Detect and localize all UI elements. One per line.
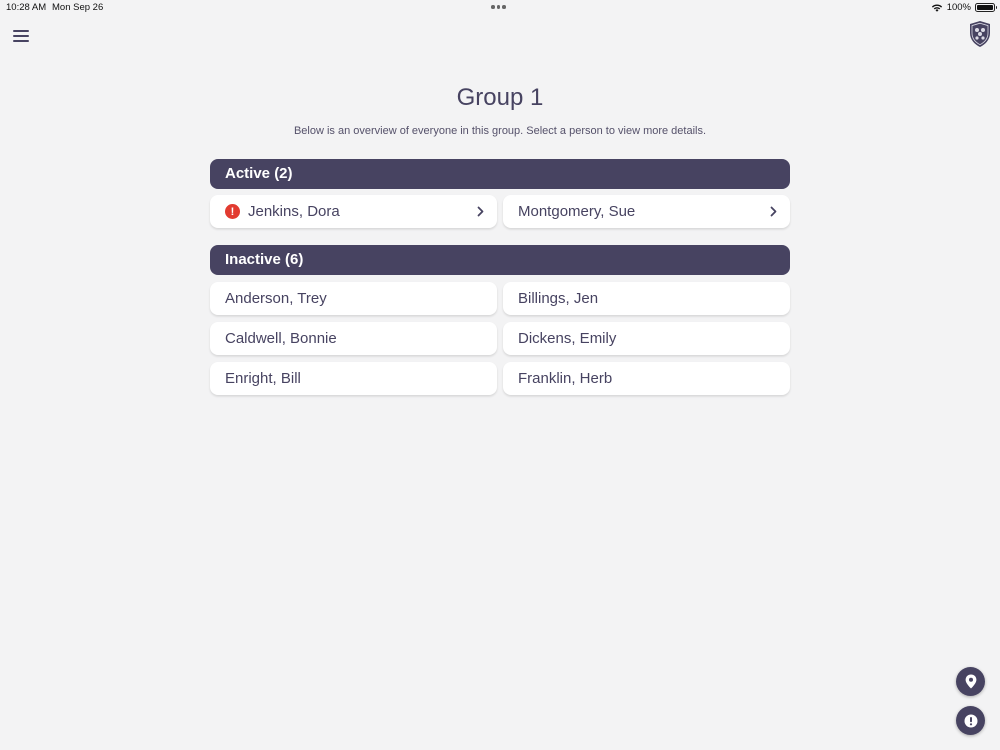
section-header-active: Active (2)	[210, 159, 790, 189]
crest-logo	[970, 21, 990, 47]
multitasking-dots-icon[interactable]	[491, 5, 506, 9]
chevron-right-icon	[770, 206, 777, 217]
alert-icon: !	[225, 204, 240, 219]
page-title: Group 1	[456, 84, 544, 111]
location-button[interactable]	[956, 667, 985, 696]
person-name: Enright, Bill	[225, 370, 301, 387]
person-name: Billings, Jen	[518, 290, 599, 307]
battery-percentage: 100%	[946, 2, 971, 13]
hamburger-menu-icon[interactable]	[11, 27, 31, 45]
wifi-icon	[931, 4, 942, 12]
person-name: Caldwell, Bonnie	[225, 330, 337, 347]
person-card-anderson-trey[interactable]: Anderson, Trey	[210, 282, 497, 315]
person-card-jenkins-dora[interactable]: ! Jenkins, Dora	[210, 195, 497, 228]
status-date: Mon Sep 26	[52, 2, 104, 13]
person-name: Montgomery, Sue	[518, 203, 636, 220]
person-card-dickens-emily[interactable]: Dickens, Emily	[503, 322, 790, 355]
person-name: Dickens, Emily	[518, 330, 617, 347]
status-time: 10:28 AM	[6, 2, 47, 13]
person-card-enright-bill[interactable]: Enright, Bill	[210, 362, 497, 395]
battery-icon	[975, 3, 997, 12]
status-indicators: 100%	[931, 2, 997, 13]
status-bar: 10:28 AM Mon Sep 26 100%	[0, 0, 1000, 16]
person-name: Jenkins, Dora	[248, 203, 340, 220]
location-pin-icon	[965, 674, 976, 689]
chevron-right-icon	[477, 206, 484, 217]
person-name: Anderson, Trey	[225, 290, 327, 307]
person-name: Franklin, Herb	[518, 370, 613, 387]
person-card-franklin-herb[interactable]: Franklin, Herb	[503, 362, 790, 395]
person-card-billings-jen[interactable]: Billings, Jen	[503, 282, 790, 315]
page-subtitle: Below is an overview of everyone in this…	[293, 125, 707, 137]
exclamation-icon	[964, 714, 977, 727]
section-header-inactive: Inactive (6)	[210, 245, 790, 275]
report-button[interactable]	[956, 706, 985, 735]
person-card-montgomery-sue[interactable]: Montgomery, Sue	[503, 195, 790, 228]
person-card-caldwell-bonnie[interactable]: Caldwell, Bonnie	[210, 322, 497, 355]
